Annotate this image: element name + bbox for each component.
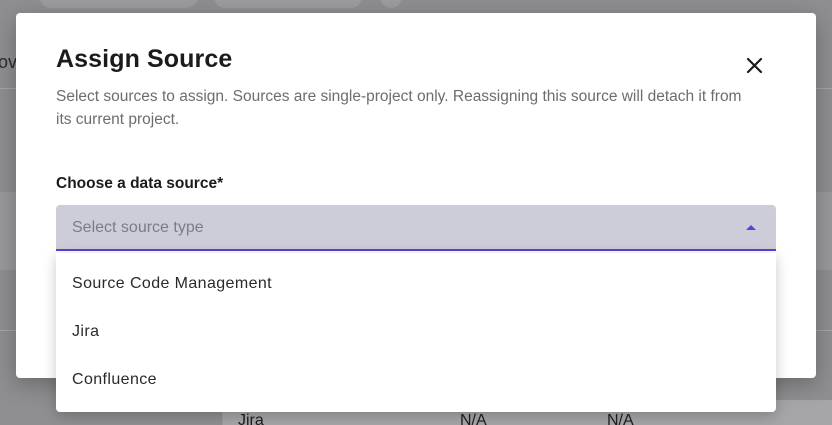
background-cell: N/A [460, 412, 487, 425]
dialog-title: Assign Source [56, 45, 233, 73]
option-confluence[interactable]: Confluence [56, 357, 776, 405]
option-label: Jira [72, 323, 100, 340]
option-label: Confluence [72, 371, 157, 388]
background-cell: Jira [238, 412, 264, 425]
option-source-code-management[interactable]: Source Code Management [56, 261, 776, 309]
dialog-description: Select sources to assign. Sources are si… [56, 88, 742, 128]
close-button[interactable] [742, 53, 768, 79]
background-cell: N/A [607, 412, 634, 425]
option-jira[interactable]: Jira [56, 309, 776, 357]
background-heading-fragment: ov [0, 52, 18, 72]
data-source-select[interactable]: Select source type [56, 205, 776, 251]
close-icon [746, 57, 763, 74]
select-placeholder: Select source type [72, 219, 204, 236]
data-source-label: Choose a data source* [56, 175, 224, 192]
source-type-dropdown: Source Code Management Jira Confluence [56, 253, 776, 412]
page: ov Jira N/A N/A Assign Source Select sou… [0, 0, 832, 425]
caret-up-icon [746, 225, 756, 230]
background-tab-pill [40, 0, 198, 8]
background-tab-pill [214, 0, 362, 8]
option-label: Source Code Management [72, 275, 273, 292]
background-tab-pill [380, 0, 402, 8]
